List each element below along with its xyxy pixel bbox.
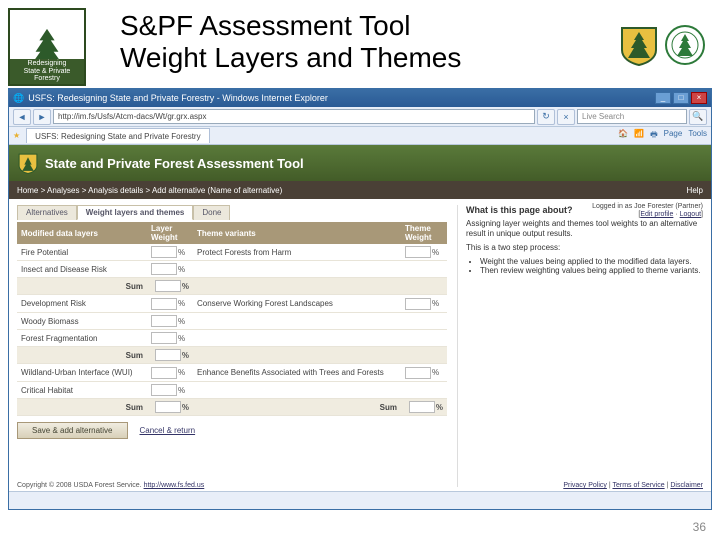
app-banner: State and Private Forest Assessment Tool — [9, 145, 711, 181]
theme-sum-input — [409, 401, 435, 413]
help-link[interactable]: Help — [687, 186, 703, 195]
sum-label: Sum — [17, 278, 147, 295]
forward-button[interactable]: ► — [33, 109, 51, 125]
tab-toolbar: ★ USFS: Redesigning State and Private Fo… — [9, 127, 711, 145]
help-sidebar: What is this page about? Assigning layer… — [457, 205, 703, 487]
layer-name: Development Risk — [17, 295, 147, 313]
nav-toolbar: ◄ ► http://im.fs/Usfs/Atcm-dacs/Wt/gr.gr… — [9, 107, 711, 127]
sidebar-bullet: Weight the values being applied to the m… — [480, 257, 703, 266]
theme-name: Enhance Benefits Associated with Trees a… — [193, 364, 401, 382]
logo-sublabel: State & Private Forestry — [10, 68, 84, 83]
page-tool[interactable]: Page — [664, 129, 683, 143]
layer-sum-input — [155, 401, 181, 413]
maximize-button[interactable]: □ — [673, 92, 689, 104]
layer-name: Fire Potential — [17, 244, 147, 261]
theme-weight-input[interactable] — [405, 298, 431, 310]
search-button[interactable]: 🔍 — [689, 109, 707, 125]
weights-table: Modified data layers Layer Weight Theme … — [17, 222, 447, 416]
sidebar-heading: What is this page about? — [466, 205, 703, 215]
browser-statusbar — [9, 491, 711, 509]
back-button[interactable]: ◄ — [13, 109, 31, 125]
print-tool[interactable]: 🖶 — [650, 129, 658, 143]
wizard-tabs: Alternatives Weight layers and themes Do… — [17, 205, 447, 220]
theme-name: Protect Forests from Harm — [193, 244, 401, 261]
address-bar[interactable]: http://im.fs/Usfs/Atcm-dacs/Wt/gr.grx.as… — [53, 109, 535, 124]
layer-weight-input[interactable] — [151, 384, 177, 396]
stop-button[interactable]: × — [557, 109, 575, 125]
sidebar-text: This is a two step process: — [466, 243, 703, 253]
breadcrumb: Home > Analyses > Analysis details > Add… — [9, 181, 711, 199]
layer-name: Forest Fragmentation — [17, 330, 147, 347]
tab-weight-layers[interactable]: Weight layers and themes — [77, 205, 194, 220]
banner-title: State and Private Forest Assessment Tool — [45, 156, 304, 171]
partner-seal-logo — [664, 24, 706, 66]
col-themes: Theme variants — [193, 222, 401, 244]
web-page: State and Private Forest Assessment Tool… — [9, 145, 711, 491]
col-layers: Modified data layers — [17, 222, 147, 244]
usfs-shield-icon — [17, 152, 39, 174]
sum-label: Sum — [17, 399, 147, 416]
search-box[interactable]: Live Search — [577, 109, 687, 124]
theme-weight-input[interactable] — [405, 367, 431, 379]
layer-name: Wildland-Urban Interface (WUI) — [17, 364, 147, 382]
layer-weight-input[interactable] — [151, 298, 177, 310]
disclaimer-link[interactable]: Disclaimer — [670, 482, 703, 489]
terms-link[interactable]: Terms of Service — [612, 482, 664, 489]
slide-number: 36 — [693, 520, 706, 534]
logo-label: Redesigning — [10, 60, 84, 68]
browser-tab[interactable]: USFS: Redesigning State and Private Fore… — [26, 128, 209, 143]
layer-weight-input[interactable] — [151, 332, 177, 344]
footer-url[interactable]: http://www.fs.fed.us — [144, 482, 205, 489]
home-tool[interactable]: 🏠 — [618, 129, 628, 143]
privacy-link[interactable]: Privacy Policy — [563, 482, 607, 489]
refresh-button[interactable]: ↻ — [537, 109, 555, 125]
layer-name: Insect and Disease Risk — [17, 261, 147, 278]
window-titlebar: 🌐 USFS: Redesigning State and Private Fo… — [9, 89, 711, 107]
sidebar-text: Assigning layer weights and themes tool … — [466, 219, 703, 239]
layer-weight-input[interactable] — [151, 367, 177, 379]
layer-sum-input — [155, 349, 181, 361]
slide-title: S&PF Assessment Tool Weight Layers and T… — [120, 10, 461, 74]
layer-name: Critical Habitat — [17, 382, 147, 399]
tab-alternatives[interactable]: Alternatives — [17, 205, 77, 220]
save-add-alternative-button[interactable]: Save & add alternative — [17, 422, 128, 439]
sum-label: Sum — [193, 399, 401, 416]
close-button[interactable]: × — [691, 92, 707, 104]
col-theme-weight: Theme Weight — [401, 222, 447, 244]
usfs-shield-logo — [618, 24, 660, 66]
theme-name: Conserve Working Forest Landscapes — [193, 295, 401, 313]
redesigning-logo: Redesigning State & Private Forestry — [8, 8, 86, 86]
minimize-button[interactable]: _ — [655, 92, 671, 104]
layer-weight-input[interactable] — [151, 263, 177, 275]
browser-window: 🌐 USFS: Redesigning State and Private Fo… — [8, 88, 712, 510]
tools-tool[interactable]: Tools — [688, 129, 707, 143]
tab-done[interactable]: Done — [193, 205, 230, 220]
sidebar-bullet: Then review weighting values being appli… — [480, 266, 703, 275]
layer-sum-input — [155, 280, 181, 292]
layer-weight-input[interactable] — [151, 315, 177, 327]
sum-label: Sum — [17, 347, 147, 364]
ie-icon: 🌐 — [13, 93, 24, 104]
layer-weight-input[interactable] — [151, 246, 177, 258]
window-title: USFS: Redesigning State and Private Fore… — [28, 93, 328, 103]
favorites-icon[interactable]: ★ — [13, 131, 20, 140]
theme-weight-input[interactable] — [405, 246, 431, 258]
col-layer-weight: Layer Weight — [147, 222, 193, 244]
feeds-tool[interactable]: 📶 — [634, 129, 644, 143]
cancel-return-link[interactable]: Cancel & return — [140, 426, 196, 435]
layer-name: Woody Biomass — [17, 313, 147, 330]
page-footer: Copyright © 2008 USDA Forest Service. ht… — [17, 482, 703, 489]
